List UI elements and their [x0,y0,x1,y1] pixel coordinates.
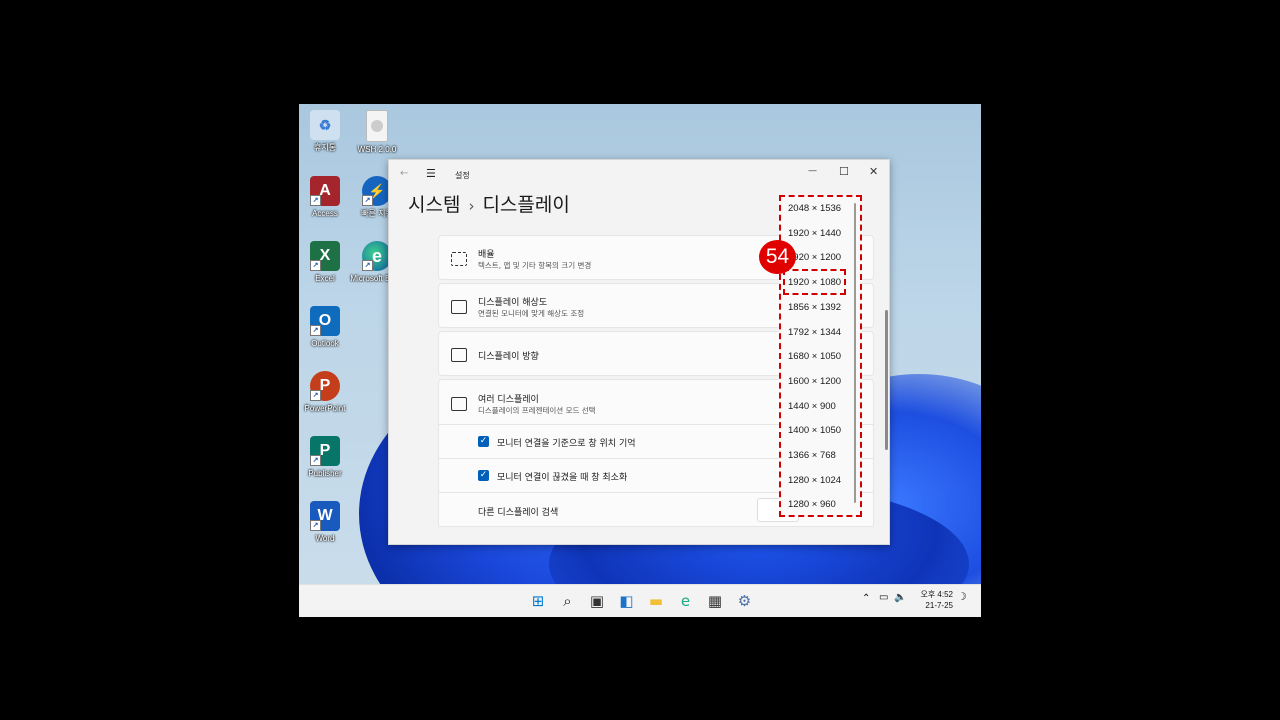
desktop-icon-powerpoint[interactable]: P ↗ PowerPoint [299,371,355,413]
desktop-icon-wsh[interactable]: WSH 2.0.0 [347,110,407,154]
outlook-icon: O ↗ [310,306,340,336]
resolution-dropdown: 2048 × 1536 1920 × 1440 1920 × 1200 1920 × … [779,195,862,517]
title-bar: ← ☰ 설정 — ☐ ✕ [389,160,889,186]
scale-icon [451,252,467,266]
search-icon[interactable]: ⌕ [559,592,577,610]
resolution-option[interactable]: 1280 × 1024 [781,475,860,486]
multiple-displays-subtitle: 디스플레이의 프레젠테이션 모드 선택 [478,406,596,415]
breadcrumb-current: 디스플레이 [482,194,570,216]
breadcrumb-parent[interactable]: 시스템 [408,194,460,216]
resolution-option[interactable]: 1792 × 1344 [781,327,860,338]
highlight-box [783,269,846,295]
word-icon: W ↗ [310,501,340,531]
desktop-icon-word[interactable]: W ↗ Word [299,501,355,543]
minimize-window-checkbox[interactable]: ✓ [478,470,489,481]
resolution-icon [451,300,467,314]
minimize-button[interactable]: — [808,166,817,176]
remember-window-checkbox[interactable]: ✓ [478,436,489,447]
resolution-option[interactable]: 1440 × 900 [781,401,860,412]
menu-icon[interactable]: ☰ [426,167,436,180]
orientation-icon [451,348,467,362]
resolution-option[interactable]: 1366 × 768 [781,450,860,461]
scrollbar[interactable] [885,310,888,450]
taskbar: ⊞ ⌕ ▣ ◧ ▬ e ▦ ⚙ ⌃ ▭ 🔈 오후 4:52 21-7-25 ☽ [299,584,981,617]
back-button[interactable]: ← [400,168,408,179]
access-icon: A ↗ [310,176,340,206]
chevron-up-icon[interactable]: ⌃ [862,593,870,604]
resolution-option[interactable]: 1680 × 1050 [781,351,860,362]
powerpoint-icon: P ↗ [310,371,340,401]
detect-display-label: 다른 디스플레이 검색 [478,508,559,518]
scale-subtitle: 텍스트, 앱 및 기타 항목의 크기 변경 [478,261,592,270]
orientation-title: 디스플레이 방향 [478,352,539,362]
remember-window-label: 모니터 연결을 기준으로 창 위치 기억 [497,439,636,449]
file-icon [366,110,388,142]
resolution-subtitle: 연결된 모니터에 맞게 해상도 조정 [478,309,585,318]
resolution-option[interactable]: 1600 × 1200 [781,376,860,387]
multiple-displays-title: 여러 디스플레이 [478,395,539,405]
step-badge: 54 [759,240,796,274]
edge-icon[interactable]: e [677,592,695,610]
file-explorer-icon[interactable]: ▬ [647,592,665,610]
desktop-icon-publisher[interactable]: P ↗ Publisher [299,436,355,478]
maximize-button[interactable]: ☐ [839,165,849,178]
publisher-icon: P ↗ [310,436,340,466]
dropdown-scrollbar[interactable] [854,203,856,503]
volume-icon[interactable]: 🔈 [894,592,906,603]
recycle-bin-icon: ♻ [310,110,340,140]
multiple-displays-icon [451,397,467,411]
network-icon[interactable]: ▭ [879,592,888,603]
task-view-icon[interactable]: ▣ [588,592,606,610]
clock-date: 21-7-25 [925,601,953,610]
window-title: 설정 [455,171,470,180]
settings-gear-icon[interactable]: ⚙ [736,592,754,610]
breadcrumb-separator: › [468,197,475,215]
resolution-option[interactable]: 1856 × 1392 [781,302,860,313]
resolution-option[interactable]: 1400 × 1050 [781,425,860,436]
resolution-title: 디스플레이 해상도 [478,298,548,308]
excel-icon: X ↗ [310,241,340,271]
store-icon[interactable]: ▦ [706,592,724,610]
widgets-icon[interactable]: ◧ [618,592,636,610]
resolution-option[interactable]: 2048 × 1536 [781,203,860,214]
resolution-option[interactable]: 1280 × 960 [781,499,860,510]
close-button[interactable]: ✕ [869,165,878,178]
clock-time: 오후 4:52 [920,590,953,599]
desktop-icon-outlook[interactable]: O ↗ Outlook [299,306,355,348]
breadcrumb: 시스템 › 디스플레이 [408,190,570,217]
resolution-option[interactable]: 1920 × 1440 [781,228,860,239]
notification-icon[interactable]: ☽ [957,592,967,603]
minimize-window-label: 모니터 연결이 끊겼을 때 창 최소화 [497,473,628,483]
start-icon[interactable]: ⊞ [529,592,547,610]
scale-title: 배율 [478,250,495,260]
clock[interactable]: 오후 4:52 21-7-25 [911,589,953,611]
